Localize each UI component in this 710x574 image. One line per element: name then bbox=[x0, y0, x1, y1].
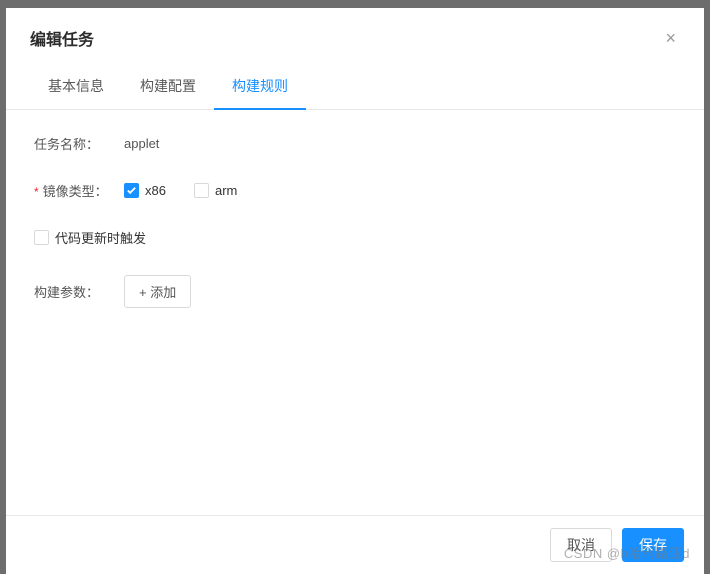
tab-build-rules[interactable]: 构建规则 bbox=[214, 66, 306, 110]
build-params-row: 构建参数： + 添加 bbox=[34, 275, 676, 308]
checkbox-x86-box bbox=[124, 183, 139, 198]
required-star-icon: * bbox=[34, 185, 39, 199]
build-params-label: 构建参数： bbox=[34, 282, 124, 301]
checkbox-arm[interactable]: arm bbox=[194, 183, 237, 198]
task-name-value: applet bbox=[124, 136, 159, 151]
checkbox-arm-box bbox=[194, 183, 209, 198]
modal-header: 编辑任务 × bbox=[6, 8, 704, 66]
close-icon[interactable]: × bbox=[661, 27, 680, 49]
tab-basic-info[interactable]: 基本信息 bbox=[30, 66, 122, 110]
checkbox-code-update-box bbox=[34, 230, 49, 245]
save-button[interactable]: 保存 bbox=[622, 528, 684, 562]
checkbox-code-update-trigger[interactable]: 代码更新时触发 bbox=[34, 228, 146, 247]
check-icon bbox=[126, 185, 137, 196]
checkbox-x86-label: x86 bbox=[145, 183, 166, 198]
checkbox-x86[interactable]: x86 bbox=[124, 183, 166, 198]
tab-build-config[interactable]: 构建配置 bbox=[122, 66, 214, 110]
cancel-button[interactable]: 取消 bbox=[550, 528, 612, 562]
code-update-trigger-row: 代码更新时触发 bbox=[34, 228, 676, 247]
form-body: 任务名称： applet *镜像类型： x86 arm bbox=[6, 110, 704, 515]
code-update-trigger-label: 代码更新时触发 bbox=[55, 228, 146, 247]
add-button[interactable]: + 添加 bbox=[124, 275, 191, 308]
image-type-options: x86 arm bbox=[124, 183, 237, 198]
checkbox-arm-label: arm bbox=[215, 183, 237, 198]
image-type-row: *镜像类型： x86 arm bbox=[34, 181, 676, 200]
task-name-row: 任务名称： applet bbox=[34, 134, 676, 153]
modal-title: 编辑任务 bbox=[30, 26, 94, 50]
image-type-label: *镜像类型： bbox=[34, 181, 124, 200]
modal-footer: 取消 保存 bbox=[6, 515, 704, 574]
tabs: 基本信息 构建配置 构建规则 bbox=[6, 66, 704, 110]
task-name-label: 任务名称： bbox=[34, 134, 124, 153]
edit-task-modal: 编辑任务 × 基本信息 构建配置 构建规则 任务名称： applet *镜像类型… bbox=[6, 8, 704, 574]
